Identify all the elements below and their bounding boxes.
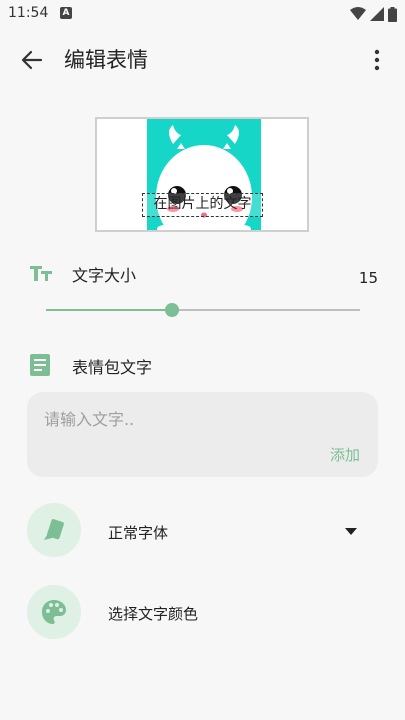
status-bar: 11:54 A (0, 0, 405, 28)
wifi-icon (350, 7, 366, 20)
page-title: 编辑表情 (64, 48, 148, 72)
more-vert-icon (374, 49, 380, 71)
palette-icon (42, 600, 66, 624)
more-options-button[interactable] (365, 46, 389, 74)
add-button[interactable]: 添加 (330, 444, 360, 465)
dropdown-arrow-icon[interactable] (345, 528, 357, 535)
text-color-button[interactable] (27, 585, 81, 639)
battery-icon (388, 6, 397, 22)
app-bar: 编辑表情 (0, 28, 405, 90)
font-card-icon (44, 519, 64, 540)
status-time: 11:54 (8, 5, 49, 21)
text-color-label[interactable]: 选择文字颜色 (108, 603, 198, 624)
font-size-slider[interactable] (46, 303, 360, 317)
arrow-left-icon (21, 50, 43, 70)
meme-text-input[interactable] (44, 410, 344, 429)
font-size-value: 15 (358, 269, 378, 287)
text-size-icon (30, 266, 52, 281)
signal-icon (370, 7, 384, 21)
overlay-text-box[interactable]: 在图片上的文字 (142, 193, 263, 217)
notification-icon: A (60, 7, 72, 19)
sticker-preview: 在图片上的文字 (95, 117, 309, 232)
meme-text-container: 添加 (27, 392, 378, 477)
font-style-label[interactable]: 正常字体 (108, 522, 168, 543)
meme-text-label: 表情包文字 (72, 358, 153, 377)
slider-fill (46, 309, 172, 311)
font-size-label: 文字大小 (72, 266, 137, 285)
back-button[interactable] (16, 44, 48, 76)
font-style-button[interactable] (27, 503, 81, 557)
slider-thumb[interactable] (164, 303, 179, 317)
document-icon (30, 354, 50, 376)
status-indicators (350, 6, 397, 22)
